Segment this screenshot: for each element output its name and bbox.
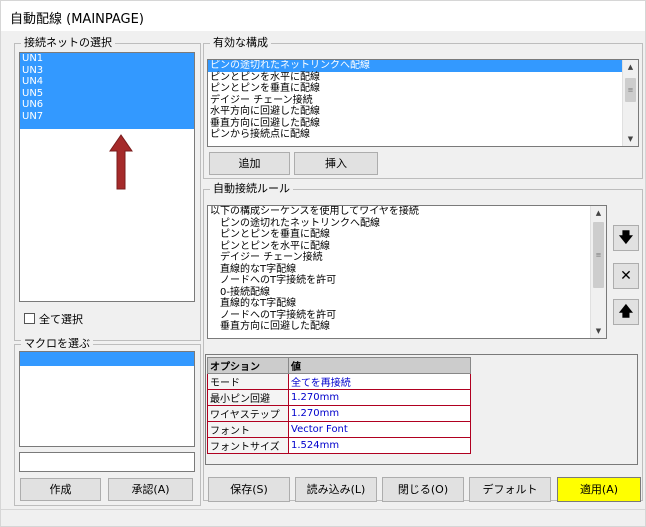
config-item[interactable]: ピンとピンを垂直に配線 (208, 83, 638, 95)
rule-item[interactable]: ピンとピンを垂直に配線 (208, 229, 606, 241)
select-all-label: 全て選択 (39, 313, 83, 326)
scroll-thumb[interactable]: ≡ (593, 222, 604, 288)
options-header-row: オプション 値 (207, 357, 471, 374)
valid-config-list[interactable]: ピンの途切れたネットリンクへ配線 ピンとピンを水平に配線 ピンとピンを垂直に配線… (207, 59, 639, 147)
option-header: オプション (207, 357, 289, 374)
scroll-thumb[interactable]: ≡ (625, 78, 636, 102)
rule-item[interactable]: 垂直方向に回避した配線 (208, 321, 606, 333)
valid-config-legend: 有効な構成 (210, 36, 271, 50)
config-item[interactable]: ピンとピンを水平に配線 (208, 72, 638, 84)
macro-name-input[interactable] (19, 452, 195, 472)
net-selection-legend: 接続ネットの選択 (21, 36, 115, 50)
scroll-up-icon[interactable]: ▲ (623, 60, 638, 74)
default-button[interactable]: デフォルト (469, 477, 551, 502)
table-row[interactable]: フォントサイズ 1.524mm (207, 437, 471, 454)
rule-item[interactable]: 直線的なT字配線 (208, 298, 606, 310)
net-list-empty-area (20, 129, 194, 301)
macro-list[interactable] (19, 351, 195, 447)
table-row[interactable]: フォント Vector Font (207, 421, 471, 438)
move-up-button[interactable]: 🡅 (613, 299, 639, 325)
config-item[interactable]: ピンの途切れたネットリンクへ配線 (208, 60, 638, 72)
rule-item[interactable]: ピンとピンを水平に配線 (208, 241, 606, 253)
net-item[interactable]: UN5 (20, 88, 194, 100)
config-item[interactable]: 水平方向に回避した配線 (208, 106, 638, 118)
option-key: 最小ピン回避 (207, 389, 289, 406)
down-arrow-icon: 🡇 (618, 230, 634, 246)
x-icon: ✕ (620, 268, 632, 284)
rule-item[interactable]: ノードへのT字接続を許可 (208, 310, 606, 322)
net-list[interactable]: UN1 UN3 UN4 UN5 UN6 UN7 (19, 52, 195, 302)
macro-legend: マクロを選ぶ (21, 337, 93, 351)
table-row[interactable]: 最小ピン回避 1.270mm (207, 389, 471, 406)
auto-wire-dialog: 自動配線 (MAINPAGE) 接続ネットの選択 UN1 UN3 UN4 UN5… (0, 0, 646, 527)
scroll-up-icon[interactable]: ▲ (591, 206, 606, 220)
rule-item[interactable]: デイジー チェーン接続 (208, 252, 606, 264)
macro-item-selected[interactable] (20, 352, 194, 366)
net-item[interactable]: UN1 (20, 53, 194, 65)
rule-item[interactable]: 直線的なT字配線 (208, 264, 606, 276)
close-button[interactable]: 閉じる(O) (382, 477, 464, 502)
move-down-button[interactable]: 🡇 (613, 225, 639, 251)
option-key: ワイヤステップ (207, 405, 289, 422)
add-button[interactable]: 追加 (209, 152, 290, 175)
option-key: フォント (207, 421, 289, 438)
option-key: モード (207, 373, 289, 390)
rule-item[interactable]: ノードへのT字接続を許可 (208, 275, 606, 287)
config-item[interactable]: ピンから接続点に配線 (208, 129, 638, 141)
delete-button[interactable]: ✕ (613, 263, 639, 289)
up-arrow-icon: 🡅 (618, 304, 634, 320)
up-arrow-icon (109, 134, 133, 190)
window-title: 自動配線 (MAINPAGE) (10, 12, 144, 27)
rules-scrollbar[interactable]: ▲ ≡ ▼ (590, 206, 606, 338)
table-row[interactable]: モード 全てを再接続 (207, 373, 471, 390)
config-item[interactable]: デイジー チェーン接続 (208, 95, 638, 107)
option-value[interactable]: 1.524mm (288, 437, 471, 454)
net-item[interactable]: UN7 (20, 111, 194, 123)
apply-button[interactable]: 適用(A) (557, 477, 641, 502)
value-header: 値 (288, 357, 471, 374)
save-button[interactable]: 保存(S) (208, 477, 290, 502)
load-button[interactable]: 読み込み(L) (295, 477, 377, 502)
approve-button[interactable]: 承認(A) (108, 478, 193, 501)
net-item[interactable]: UN4 (20, 76, 194, 88)
rules-list[interactable]: 以下の構成シーケンスを使用してワイヤを接続 ピンの途切れたネットリンクへ配線 ピ… (207, 205, 607, 339)
table-row[interactable]: ワイヤステップ 1.270mm (207, 405, 471, 422)
scroll-down-icon[interactable]: ▼ (623, 132, 638, 146)
net-item[interactable]: UN6 (20, 99, 194, 111)
title-bar: 自動配線 (MAINPAGE) (1, 1, 645, 31)
rule-item[interactable]: 以下の構成シーケンスを使用してワイヤを接続 (208, 206, 606, 218)
select-all-checkbox[interactable] (24, 313, 35, 324)
option-value[interactable]: 1.270mm (288, 389, 471, 406)
net-item[interactable]: UN3 (20, 65, 194, 77)
status-bar (1, 509, 645, 527)
config-item[interactable]: 垂直方向に回避した配線 (208, 118, 638, 130)
rule-item[interactable]: 0-接続配線 (208, 287, 606, 299)
option-value[interactable]: 全てを再接続 (288, 373, 471, 390)
config-scrollbar[interactable]: ▲ ≡ ▼ (622, 60, 638, 146)
insert-button[interactable]: 挿入 (294, 152, 378, 175)
create-button[interactable]: 作成 (20, 478, 101, 501)
option-value[interactable]: 1.270mm (288, 405, 471, 422)
rules-legend: 自動接続ルール (210, 182, 293, 196)
rule-item[interactable]: ピンの途切れたネットリンクへ配線 (208, 218, 606, 230)
option-key: フォントサイズ (207, 437, 289, 454)
options-table: オプション 値 モード 全てを再接続 最小ピン回避 1.270mm ワイヤステッ… (207, 357, 471, 454)
option-value[interactable]: Vector Font (288, 421, 471, 438)
scroll-down-icon[interactable]: ▼ (591, 324, 606, 338)
